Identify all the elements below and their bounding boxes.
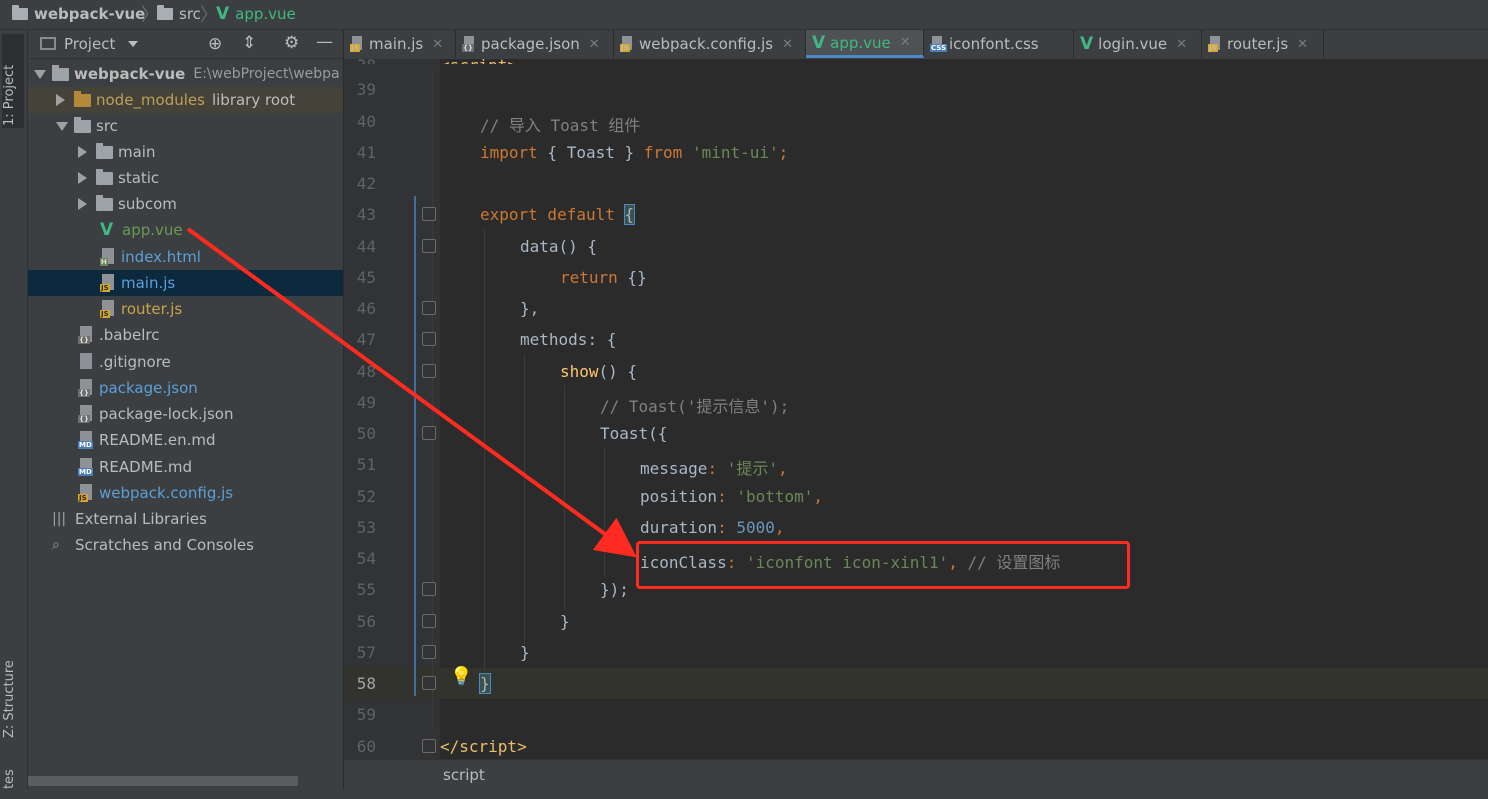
editor-breadcrumb-item[interactable]: script (443, 766, 485, 784)
annotation-arrow (186, 227, 637, 558)
bottom-strip (0, 789, 1488, 799)
editor-breadcrumb-bar: script (344, 759, 1488, 790)
